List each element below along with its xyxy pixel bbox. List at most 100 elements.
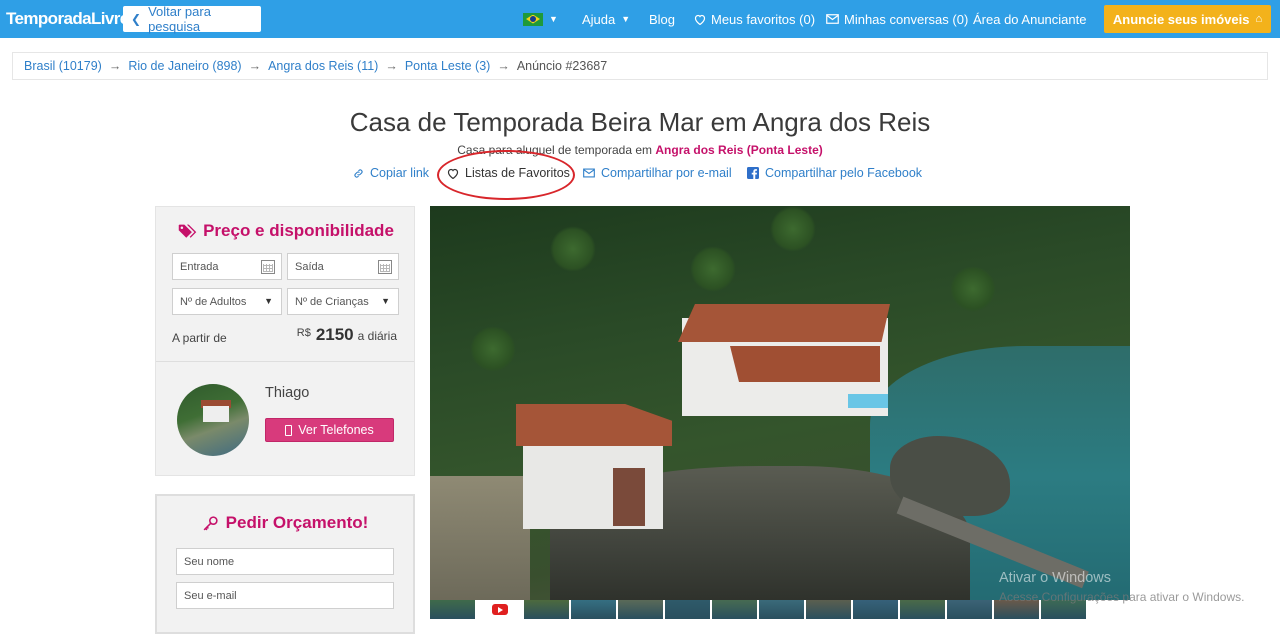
checkout-date-input[interactable]: Saída <box>287 253 399 280</box>
photo-main-roof <box>730 346 880 382</box>
gallery-thumbnail[interactable] <box>712 600 757 619</box>
back-to-search-label: Voltar para pesquisa <box>148 4 211 34</box>
photo-pool <box>848 394 888 408</box>
photo-tree <box>470 326 516 372</box>
adults-placeholder: Nº de Adultos <box>180 295 247 308</box>
price-panel-title: Preço e disponibilidade <box>156 221 416 241</box>
advertise-label: Anuncie seus imóveis <box>1112 11 1250 27</box>
photo-tree <box>950 266 996 312</box>
breadcrumb: Brasil (10179) → Rio de Janeiro (898) → … <box>12 52 1268 80</box>
checkin-placeholder: Entrada <box>180 260 219 273</box>
photo-main-roof <box>678 304 890 342</box>
top-navbar: TemporadaLivre™ ❮ Voltar para pesquisa ▼… <box>0 0 1280 38</box>
main-listing-photo[interactable] <box>430 206 1130 600</box>
chevron-down-icon: ▼ <box>549 14 558 24</box>
os-activation-watermark-detail: Acesse Configurações para ativar o Windo… <box>999 590 1245 604</box>
price-panel-title-text: Preço e disponibilidade <box>203 221 394 240</box>
show-phones-label: Ver Telefones <box>298 423 374 437</box>
breadcrumb-link-angra-dos-reis[interactable]: Angra dos Reis (11) <box>268 59 378 73</box>
chevron-down-icon: ▼ <box>381 296 390 306</box>
copy-link-label: Copiar link <box>370 166 430 180</box>
price-currency: R$ <box>296 327 311 339</box>
logo-text: TemporadaLivre <box>6 9 129 28</box>
nav-conversations[interactable]: Minhas conversas (0) <box>826 0 968 38</box>
site-logo[interactable]: TemporadaLivre™ <box>6 9 139 29</box>
price-from-label: A partir de <box>172 331 227 345</box>
youtube-icon <box>491 604 508 615</box>
advertise-properties-button[interactable]: Anuncie seus imóveis ⌂ <box>1104 5 1271 33</box>
listing-actions: Copiar link Listas de Favoritos Comparti… <box>0 166 1280 184</box>
avatar-house <box>203 406 229 422</box>
price-amount: 2150 <box>315 325 354 344</box>
quote-panel-title: Pedir Orçamento! <box>157 513 413 533</box>
request-quote-panel: Pedir Orçamento! Seu nome Seu e-mail <box>155 494 415 634</box>
photo-tree <box>770 206 816 252</box>
home-icon: ⌂ <box>1255 13 1263 25</box>
photo-tree <box>690 246 736 292</box>
gallery-thumbnail[interactable] <box>900 600 945 619</box>
gallery-thumbnail[interactable] <box>947 600 992 619</box>
checkout-placeholder: Saída <box>295 260 324 273</box>
nav-favorites[interactable]: Meus favoritos (0) <box>694 0 815 38</box>
calendar-icon <box>261 260 275 274</box>
show-phones-button[interactable]: Ver Telefones <box>265 418 394 442</box>
gallery-thumbnail[interactable] <box>806 600 851 619</box>
nav-blog-label: Blog <box>649 11 676 27</box>
chevron-down-icon: ▼ <box>621 14 631 24</box>
os-activation-watermark: Ativar o Windows <box>999 570 1112 586</box>
share-email-label: Compartilhar por e-mail <box>601 166 732 180</box>
gallery-thumbnail[interactable] <box>524 600 569 619</box>
calendar-icon <box>378 260 392 274</box>
facebook-icon <box>747 167 759 179</box>
chevron-down-icon: ▼ <box>264 296 273 306</box>
gallery-thumbnail[interactable] <box>571 600 616 619</box>
price-availability-panel: Preço e disponibilidade Entrada Saída Nº… <box>155 206 415 476</box>
key-icon <box>203 515 218 530</box>
photo-boathouse-door <box>613 468 645 526</box>
nav-favorites-label: Meus favoritos (0) <box>711 11 816 27</box>
panel-divider <box>156 361 414 362</box>
back-to-search-button[interactable]: ❮ Voltar para pesquisa <box>123 4 261 34</box>
tags-icon <box>178 224 197 238</box>
nav-advertiser-label: Área do Anunciante <box>973 11 1087 27</box>
gallery-thumbnail[interactable] <box>759 600 804 619</box>
children-select[interactable]: Nº de Crianças ▼ <box>287 288 399 315</box>
price-value: R$ 2150 a diária <box>297 325 397 345</box>
quote-email-placeholder: Seu e-mail <box>184 589 237 602</box>
share-facebook-button[interactable]: Compartilhar pelo Facebook <box>747 166 922 180</box>
nav-blog[interactable]: Blog <box>649 0 675 38</box>
breadcrumb-separator: → <box>385 59 398 73</box>
gallery-thumbnail[interactable] <box>853 600 898 619</box>
language-selector[interactable]: ▼ <box>523 0 558 38</box>
nav-help[interactable]: Ajuda ▼ <box>582 0 630 38</box>
breadcrumb-link-brasil[interactable]: Brasil (10179) <box>24 59 102 73</box>
quote-email-input[interactable]: Seu e-mail <box>176 582 394 609</box>
nav-conversations-label: Minhas conversas (0) <box>844 11 969 27</box>
nav-advertiser-area[interactable]: Área do Anunciante <box>973 0 1086 38</box>
envelope-icon <box>826 14 839 24</box>
breadcrumb-current: Anúncio #23687 <box>516 59 608 73</box>
breadcrumb-separator: → <box>248 59 262 73</box>
host-name: Thiago <box>265 385 310 401</box>
breadcrumb-separator: → <box>497 59 510 73</box>
gallery-thumbnail[interactable] <box>430 600 475 619</box>
gallery-video-thumbnail[interactable] <box>477 600 522 619</box>
breadcrumb-link-rio-de-janeiro[interactable]: Rio de Janeiro (898) <box>128 59 241 73</box>
mobile-phone-icon <box>285 424 293 436</box>
photo-tree <box>550 226 596 272</box>
envelope-icon <box>583 168 595 178</box>
share-facebook-label: Compartilhar pelo Facebook <box>765 166 923 180</box>
nav-help-label: Ajuda <box>582 11 616 27</box>
checkin-date-input[interactable]: Entrada <box>172 253 282 280</box>
quote-name-input[interactable]: Seu nome <box>176 548 394 575</box>
photo-sand <box>430 476 530 600</box>
brazil-flag-icon <box>523 12 543 26</box>
gallery-thumbnail[interactable] <box>618 600 663 619</box>
subtitle-location-link[interactable]: Angra dos Reis (Ponta Leste) <box>655 143 822 157</box>
share-email-button[interactable]: Compartilhar por e-mail <box>583 166 732 180</box>
link-icon <box>354 168 363 178</box>
gallery-thumbnail[interactable] <box>665 600 710 619</box>
copy-link-button[interactable]: Copiar link <box>353 166 429 180</box>
breadcrumb-link-ponta-leste[interactable]: Ponta Leste (3) <box>405 59 490 73</box>
adults-select[interactable]: Nº de Adultos ▼ <box>172 288 282 315</box>
